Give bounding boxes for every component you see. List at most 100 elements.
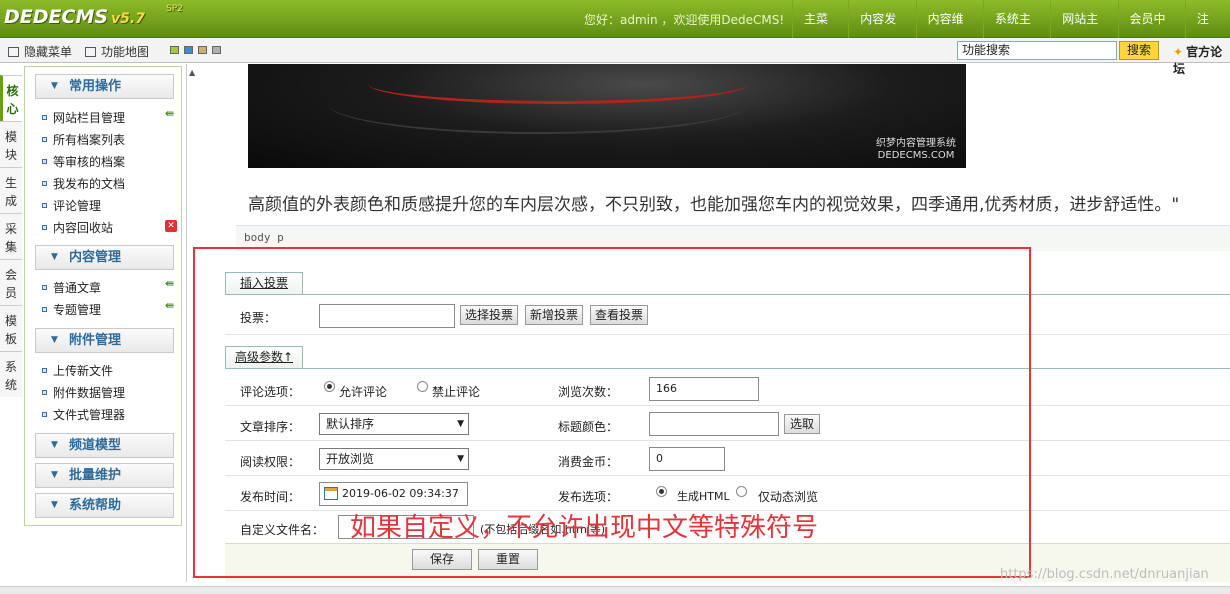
menu-item-pending-archives[interactable]: 等审核的档案 — [42, 153, 125, 170]
bullet-icon — [42, 225, 47, 230]
group-attachment-manage[interactable]: ▼ 附件管理 — [35, 328, 174, 353]
frame-divider[interactable] — [186, 64, 187, 582]
dynamic-view-radio[interactable] — [736, 486, 747, 497]
blog-watermark: https://blog.csdn.net/dnruanjian — [1000, 567, 1209, 582]
official-forum-link[interactable]: ✦ 官方论坛 — [1173, 43, 1230, 77]
group-system-help[interactable]: ▼ 系统帮助 — [35, 493, 174, 518]
skin-swatch-blue[interactable] — [184, 46, 193, 54]
dropdown-arrow-icon: ▼ — [457, 454, 464, 464]
tab-generate[interactable]: 生成 — [0, 167, 22, 213]
generate-html-label: 生成HTML — [677, 490, 730, 503]
tab-collect[interactable]: 采集 — [0, 213, 22, 259]
function-map-button[interactable]: 功能地图 — [85, 43, 149, 60]
menu-item-normal-article[interactable]: 普通文章 — [42, 279, 101, 296]
bullet-icon — [42, 115, 47, 120]
dynamic-view-label: 仅动态浏览 — [758, 490, 819, 504]
title-color-label: 标题颜色： — [558, 420, 619, 434]
bullet-icon — [42, 137, 47, 142]
search-button[interactable]: 搜索 — [1119, 41, 1159, 60]
view-count-label: 浏览次数： — [558, 385, 619, 399]
delete-icon[interactable]: ✕ — [165, 220, 177, 232]
view-vote-button[interactable]: 查看投票 — [590, 305, 648, 325]
nav-main-menu[interactable]: 主菜单 — [792, 0, 848, 64]
tab-template[interactable]: 模板 — [0, 305, 22, 351]
save-button[interactable]: 保存 — [412, 549, 472, 570]
group-content-manage[interactable]: ▼ 内容管理 — [35, 245, 174, 270]
menu-item-all-archives[interactable]: 所有档案列表 — [42, 131, 125, 148]
title-color-input[interactable] — [649, 412, 779, 436]
calendar-icon[interactable] — [324, 487, 338, 500]
add-topic-icon[interactable]: ⇚ — [165, 299, 174, 312]
select-vote-button[interactable]: 选择投票 — [460, 305, 518, 325]
skin-swatch-tan[interactable] — [198, 46, 207, 54]
new-vote-button[interactable]: 新增投票 — [525, 305, 583, 325]
bullet-icon — [42, 159, 47, 164]
nav-content-publish[interactable]: 内容发布 — [848, 0, 915, 64]
pick-color-button[interactable]: 选取 — [784, 414, 820, 434]
comment-option-label: 评论选项： — [240, 385, 301, 399]
hide-menu-button[interactable]: 隐藏菜单 — [8, 43, 72, 60]
article-image: 织梦内容管理系统 DEDECMS.COM — [248, 64, 966, 168]
forbid-comment-label: 禁止评论 — [432, 385, 481, 399]
bullet-icon — [42, 390, 47, 395]
function-search-input[interactable]: 功能搜索 — [957, 41, 1117, 60]
article-body-text[interactable]: 高颜值的外表颜色和质感提升您的车内层次感，不只别致，也能加强您车内的视觉效果，四… — [248, 190, 1179, 215]
cms-admin-window: { "header": { "logo": "DEDECMS", "versio… — [0, 0, 1230, 594]
nav-logout[interactable]: 注销 — [1184, 0, 1230, 64]
allow-comment-radio[interactable] — [324, 381, 335, 392]
tab-module[interactable]: 模块 — [0, 121, 22, 167]
left-tabs: 核心 模块 生成 采集 会员 模板 系统 — [0, 75, 22, 397]
tab-advanced-params[interactable]: 高级参数↑ — [225, 346, 303, 368]
chevron-down-icon: ▼ — [51, 500, 58, 510]
chevron-down-icon: ▼ — [51, 81, 58, 91]
nav-system-home[interactable]: 系统主页 — [982, 0, 1050, 64]
forbid-comment-radio[interactable] — [417, 381, 428, 392]
menu-item-upload-file[interactable]: 上传新文件 — [42, 362, 113, 379]
forum-icon: ✦ — [1173, 45, 1184, 59]
top-nav: 主菜单 内容发布 内容维护 系统主页 网站主页 会员中心 注销 — [792, 0, 1230, 64]
menu-item-attachment-data[interactable]: 附件数据管理 — [42, 384, 125, 401]
nav-member-center[interactable]: 会员中心 — [1117, 0, 1185, 64]
view-count-input[interactable]: 166 — [649, 377, 759, 401]
map-icon — [85, 47, 96, 57]
chevron-down-icon: ▼ — [51, 335, 58, 345]
nav-site-home[interactable]: 网站主页 — [1050, 0, 1117, 64]
add-column-icon[interactable]: ⇚ — [165, 107, 174, 120]
menu-item-topic-manage[interactable]: 专题管理 — [42, 301, 101, 318]
group-batch-maintain[interactable]: ▼ 批量维护 — [35, 463, 174, 488]
skin-swatch-green[interactable] — [170, 46, 179, 54]
tab-member[interactable]: 会员 — [0, 259, 22, 305]
skin-swatch-gray[interactable] — [212, 46, 221, 54]
publish-time-input[interactable]: 2019-06-02 09:34:37 — [319, 482, 468, 506]
cost-coins-input[interactable]: 0 — [649, 447, 725, 471]
reset-button[interactable]: 重置 — [478, 549, 538, 570]
generate-html-radio[interactable] — [656, 486, 667, 497]
vote-input[interactable] — [319, 304, 455, 328]
chevron-down-icon: ▼ — [51, 440, 58, 450]
group-channel-model[interactable]: ▼ 频道模型 — [35, 433, 174, 458]
menu-item-column-manage[interactable]: 网站栏目管理 — [42, 109, 125, 126]
menu-item-comments[interactable]: 评论管理 — [42, 197, 101, 214]
publish-time-label: 发布时间： — [240, 490, 301, 504]
article-sort-select[interactable]: 默认排序 ▼ — [319, 413, 469, 435]
nav-content-maintain[interactable]: 内容维护 — [915, 0, 983, 64]
menu-item-file-manager[interactable]: 文件式管理器 — [42, 406, 125, 423]
annotation-text: 如果自定义，不允许出现中文等特殊符号 — [350, 513, 819, 543]
dedecms-logo: DEDECMS v5.7 SP2 — [4, 4, 183, 28]
read-permission-select[interactable]: 开放浏览 ▼ — [319, 448, 469, 470]
group-common-ops[interactable]: ▼ 常用操作 — [35, 74, 174, 99]
custom-filename-label: 自定义文件名： — [240, 523, 325, 537]
bottom-scrollbar[interactable] — [0, 586, 1230, 594]
tab-core[interactable]: 核心 — [0, 75, 22, 121]
tab-system[interactable]: 系统 — [0, 351, 22, 397]
menu-item-my-documents[interactable]: 我发布的文档 — [42, 175, 125, 192]
scroll-up-icon[interactable]: ▲ — [189, 68, 195, 77]
image-watermark: 织梦内容管理系统 DEDECMS.COM — [876, 138, 956, 161]
tab-insert-vote[interactable]: 插入投票 — [225, 272, 303, 294]
top-header: DEDECMS v5.7 SP2 您好：admin ，欢迎使用DedeCMS! 主… — [0, 0, 1230, 64]
bullet-icon — [42, 181, 47, 186]
read-permission-label: 阅读权限： — [240, 455, 301, 469]
cost-coins-label: 消费金币： — [558, 455, 619, 469]
add-article-icon[interactable]: ⇚ — [165, 277, 174, 290]
menu-item-recycle-bin[interactable]: 内容回收站 — [42, 219, 113, 236]
